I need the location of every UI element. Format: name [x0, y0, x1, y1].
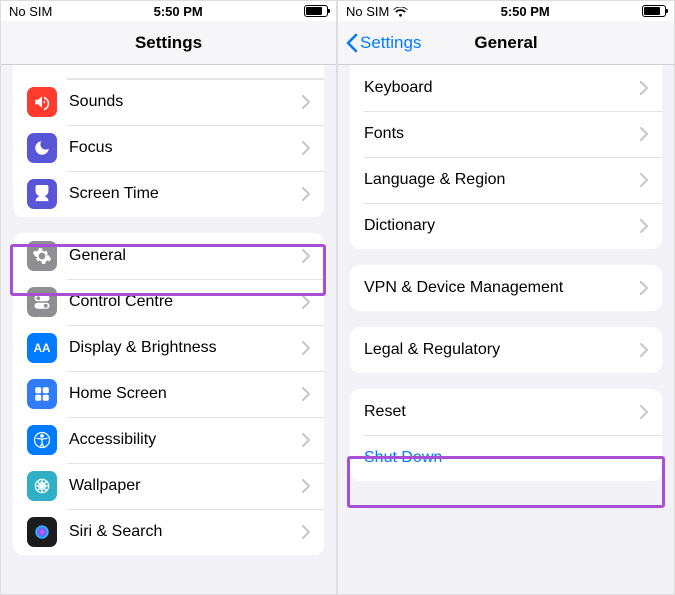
chevron-right-icon — [640, 343, 648, 357]
status-time: 5:50 PM — [501, 4, 550, 19]
row-label: Display & Brightness — [69, 339, 302, 357]
settings-group-1: Sounds Focus Screen Time — [13, 65, 324, 217]
row-label: Accessibility — [69, 431, 302, 449]
row-label: Siri & Search — [69, 523, 302, 541]
page-title: Settings — [135, 33, 202, 53]
back-button[interactable]: Settings — [346, 33, 421, 53]
row-label: Wallpaper — [69, 477, 302, 495]
row-label: Shut Down — [364, 449, 648, 467]
row-label: General — [69, 247, 302, 265]
general-group-1: Keyboard Fonts Language & Region Diction… — [350, 65, 662, 249]
row-label: Screen Time — [69, 185, 302, 203]
list-item-keyboard[interactable]: Keyboard — [350, 65, 662, 111]
chevron-right-icon — [640, 173, 648, 187]
list-item-shutdown[interactable]: Shut Down — [350, 435, 662, 481]
status-bar: No SIM 5:50 PM — [1, 1, 336, 21]
chevron-right-icon — [302, 249, 310, 263]
controlcentre-icon — [27, 287, 57, 317]
status-carrier: No SIM — [9, 4, 52, 19]
row-label: VPN & Device Management — [364, 279, 640, 297]
list-item-screentime[interactable]: Screen Time — [13, 171, 324, 217]
accessibility-icon — [27, 425, 57, 455]
row-label: Legal & Regulatory — [364, 341, 640, 359]
status-bar: No SIM 5:50 PM — [338, 1, 674, 21]
chevron-right-icon — [640, 219, 648, 233]
list-item-display[interactable]: AA Display & Brightness — [13, 325, 324, 371]
row-label: Sounds — [69, 93, 302, 111]
list-item-legal[interactable]: Legal & Regulatory — [350, 327, 662, 373]
list-item-dictionary[interactable]: Dictionary — [350, 203, 662, 249]
screentime-icon — [27, 179, 57, 209]
list-item-focus[interactable]: Focus — [13, 125, 324, 171]
homescreen-icon — [27, 379, 57, 409]
phone-settings: No SIM 5:50 PM Settings Sounds Focus — [0, 0, 337, 595]
phone-general: No SIM 5:50 PM Settings General Keyboard… — [337, 0, 675, 595]
chevron-right-icon — [302, 95, 310, 109]
chevron-right-icon — [640, 81, 648, 95]
siri-icon — [27, 517, 57, 547]
chevron-right-icon — [302, 433, 310, 447]
list-item-general[interactable]: General — [13, 233, 324, 279]
chevron-right-icon — [640, 405, 648, 419]
gear-icon — [27, 241, 57, 271]
status-carrier: No SIM — [346, 4, 389, 19]
chevron-right-icon — [302, 341, 310, 355]
chevron-right-icon — [302, 525, 310, 539]
chevron-right-icon — [302, 295, 310, 309]
wifi-icon — [393, 4, 408, 19]
chevron-right-icon — [302, 187, 310, 201]
list-item-accessibility[interactable]: Accessibility — [13, 417, 324, 463]
row-label: Fonts — [364, 125, 640, 143]
row-label: Home Screen — [69, 385, 302, 403]
wallpaper-icon — [27, 471, 57, 501]
row-label: Language & Region — [364, 171, 640, 189]
list-item-wallpaper[interactable]: Wallpaper — [13, 463, 324, 509]
list-item-sounds[interactable]: Sounds — [13, 79, 324, 125]
battery-icon — [642, 5, 666, 17]
chevron-right-icon — [302, 141, 310, 155]
settings-group-2: General Control Centre AA Display & Brig… — [13, 233, 324, 555]
general-group-2: VPN & Device Management — [350, 265, 662, 311]
list-item-vpn[interactable]: VPN & Device Management — [350, 265, 662, 311]
display-icon: AA — [27, 333, 57, 363]
settings-scroll[interactable]: Sounds Focus Screen Time — [1, 65, 336, 595]
list-item-language[interactable]: Language & Region — [350, 157, 662, 203]
row-label: Keyboard — [364, 79, 640, 97]
nav-header: Settings General — [338, 21, 674, 65]
chevron-right-icon — [302, 387, 310, 401]
sounds-icon — [27, 87, 57, 117]
status-time: 5:50 PM — [154, 4, 203, 19]
row-label: Reset — [364, 403, 640, 421]
row-label: Control Centre — [69, 293, 302, 311]
focus-icon — [27, 133, 57, 163]
list-item-reset[interactable]: Reset — [350, 389, 662, 435]
chevron-right-icon — [302, 479, 310, 493]
general-group-4: Reset Shut Down — [350, 389, 662, 481]
list-item-siri[interactable]: Siri & Search — [13, 509, 324, 555]
back-label: Settings — [360, 33, 421, 53]
general-group-3: Legal & Regulatory — [350, 327, 662, 373]
general-scroll[interactable]: Keyboard Fonts Language & Region Diction… — [338, 65, 674, 595]
list-item-controlcentre[interactable]: Control Centre — [13, 279, 324, 325]
chevron-right-icon — [640, 281, 648, 295]
chevron-right-icon — [640, 127, 648, 141]
row-label: Dictionary — [364, 217, 640, 235]
list-item-homescreen[interactable]: Home Screen — [13, 371, 324, 417]
page-title: General — [474, 33, 537, 53]
nav-header: Settings — [1, 21, 336, 65]
battery-icon — [304, 5, 328, 17]
svg-text:AA: AA — [34, 342, 51, 355]
row-label: Focus — [69, 139, 302, 157]
list-item-fonts[interactable]: Fonts — [350, 111, 662, 157]
